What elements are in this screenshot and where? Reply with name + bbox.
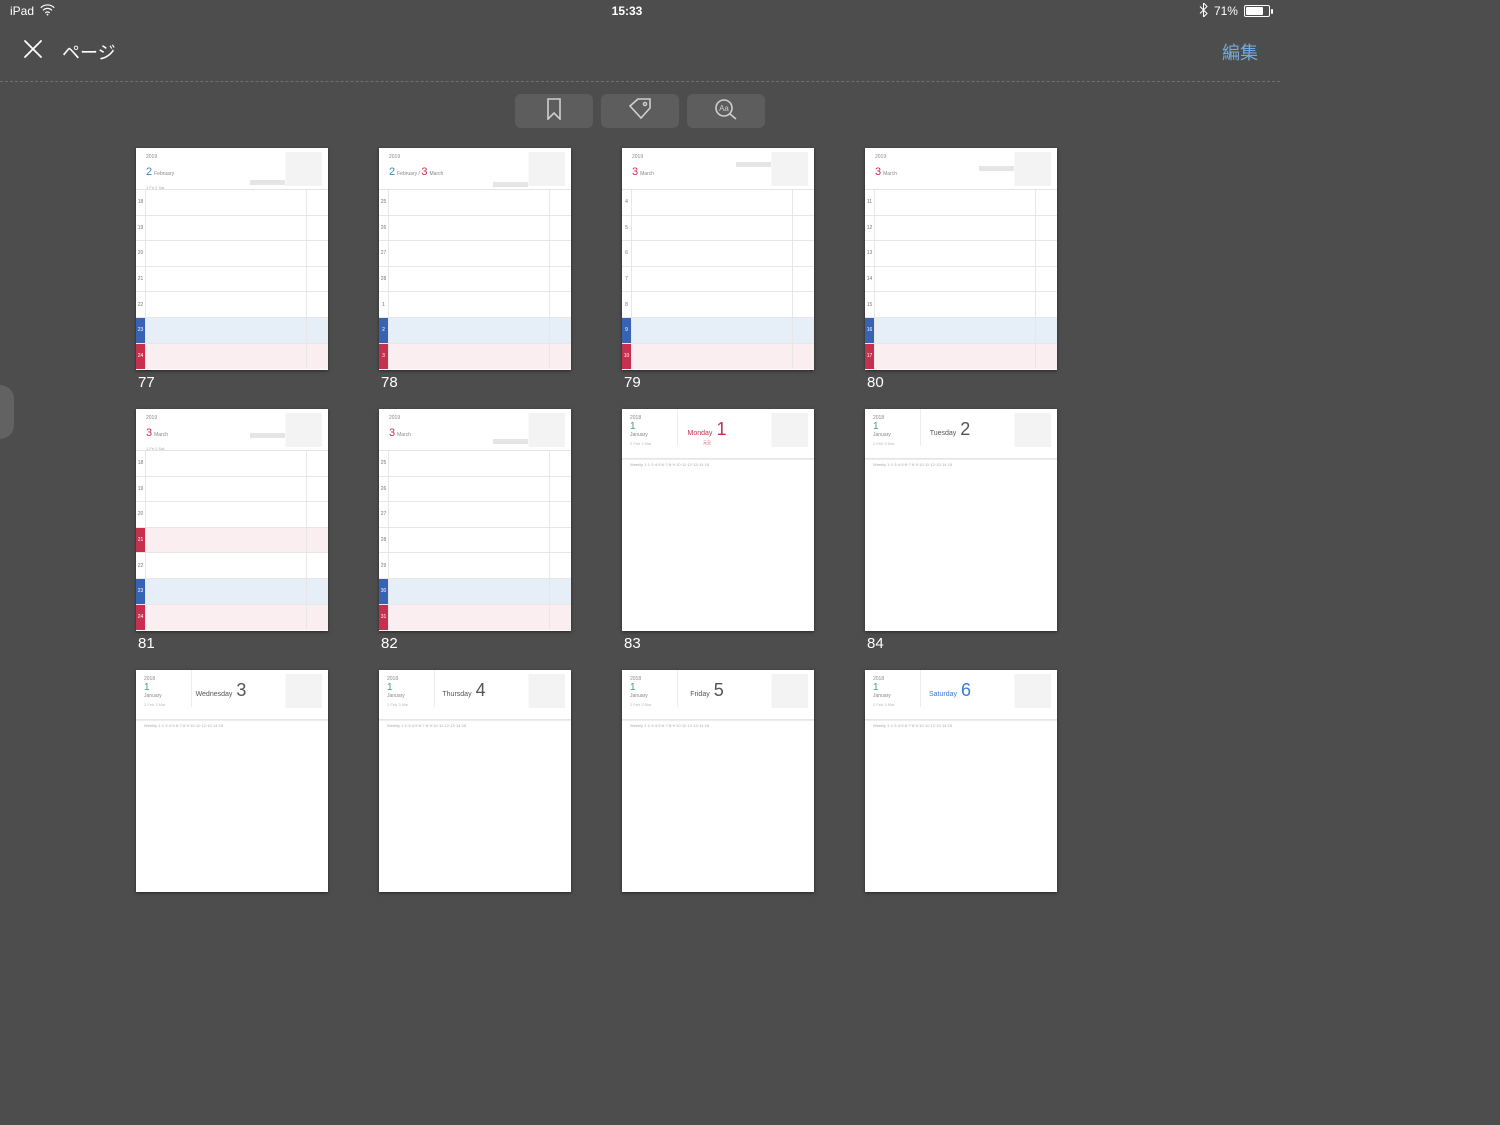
page-thumbnail[interactable]: 2019 3March 1 Fri 2 Sat 18192021222324: [136, 409, 328, 631]
page-thumbnail[interactable]: 2019 2February / 3March 25262728123: [379, 148, 571, 370]
page-thumbnail[interactable]: 2018 1 January 2 Feb 3 Mar Thursday 4 We…: [379, 670, 571, 892]
page-number: 81: [136, 635, 328, 652]
thumbnail-cell: 2018 1 January 2 Feb 3 Mar Friday 5 Week…: [622, 670, 814, 896]
wifi-icon: [40, 4, 55, 19]
mini-calendar: [736, 413, 808, 447]
bookmark-icon: [545, 98, 563, 125]
thumbnail-cell: 2018 1 January 2 Feb 3 Mar Monday 1 元旦 W…: [622, 409, 814, 652]
mini-calendar: [250, 152, 322, 186]
battery-pct: 71%: [1214, 4, 1238, 18]
close-icon[interactable]: [22, 38, 44, 65]
battery-icon: [1244, 5, 1270, 17]
page-number: 78: [379, 374, 571, 391]
page-thumbnail[interactable]: 2018 1 January 2 Feb 3 Mar Wednesday 3 W…: [136, 670, 328, 892]
page-thumbnail[interactable]: 2019 2February 1 Fri 2 Sat 1819202122232…: [136, 148, 328, 370]
text-search-icon: Aa: [714, 98, 738, 125]
edit-button[interactable]: 編集: [1222, 39, 1258, 65]
thumbnail-cell: 2018 1 January 2 Feb 3 Mar Saturday 6 We…: [865, 670, 1057, 896]
filter-tags[interactable]: [601, 94, 679, 128]
thumbnail-cell: 2018 1 January 2 Feb 3 Mar Tuesday 2 Wee…: [865, 409, 1057, 652]
thumbnail-cell: 2019 3March 1 Fri 2 Sat 18192021222324 8…: [136, 409, 328, 652]
page-thumbnail[interactable]: 2019 3March 11121314151617: [865, 148, 1057, 370]
page-thumbnail[interactable]: 2019 3March 45678910: [622, 148, 814, 370]
mini-calendar: [493, 413, 565, 447]
page-thumbnail[interactable]: 2018 1 January 2 Feb 3 Mar Friday 5 Week…: [622, 670, 814, 892]
page-number: 82: [379, 635, 571, 652]
mini-calendar: [979, 413, 1051, 447]
mini-calendar: [736, 152, 808, 186]
ios-status-bar: iPad 15:33 71%: [0, 0, 1280, 22]
thumbnail-scroll[interactable]: 2019 2February 1 Fri 2 Sat 1819202122232…: [0, 146, 1280, 960]
clock: 15:33: [612, 4, 643, 18]
mini-calendar: [979, 152, 1051, 186]
app-bar: ページ 編集: [0, 22, 1280, 82]
filter-bar: Aa: [0, 94, 1280, 128]
mini-calendar: [250, 674, 322, 708]
page-number: 83: [622, 635, 814, 652]
page-thumbnail[interactable]: 2019 3March 25262728293031: [379, 409, 571, 631]
page-thumbnail[interactable]: 2018 1 January 2 Feb 3 Mar Monday 1 元旦 W…: [622, 409, 814, 631]
thumbnail-cell: 2019 3March 11121314151617 80: [865, 148, 1057, 391]
device-label: iPad: [10, 4, 34, 18]
bluetooth-icon: [1199, 3, 1208, 20]
page-thumbnail[interactable]: 2018 1 January 2 Feb 3 Mar Tuesday 2 Wee…: [865, 409, 1057, 631]
mini-calendar: [493, 674, 565, 708]
tag-icon: [628, 98, 652, 125]
thumbnail-cell: 2019 2February 1 Fri 2 Sat 1819202122232…: [136, 148, 328, 391]
filter-text-search[interactable]: Aa: [687, 94, 765, 128]
page-number: 79: [622, 374, 814, 391]
thumbnail-cell: 2019 3March 25262728293031 82: [379, 409, 571, 652]
page-number: 80: [865, 374, 1057, 391]
mini-calendar: [493, 152, 565, 186]
svg-text:Aa: Aa: [719, 104, 729, 113]
thumbnail-cell: 2019 2February / 3March 25262728123 78: [379, 148, 571, 391]
mini-calendar: [979, 674, 1051, 708]
thumbnail-cell: 2018 1 January 2 Feb 3 Mar Thursday 4 We…: [379, 670, 571, 896]
thumbnail-cell: 2018 1 January 2 Feb 3 Mar Wednesday 3 W…: [136, 670, 328, 896]
mini-calendar: [736, 674, 808, 708]
page-thumbnail[interactable]: 2018 1 January 2 Feb 3 Mar Saturday 6 We…: [865, 670, 1057, 892]
page-number: 77: [136, 374, 328, 391]
page-title: ページ: [62, 39, 116, 65]
filter-bookmarks[interactable]: [515, 94, 593, 128]
mini-calendar: [250, 413, 322, 447]
page-number: 84: [865, 635, 1057, 652]
thumbnail-cell: 2019 3March 45678910 79: [622, 148, 814, 391]
